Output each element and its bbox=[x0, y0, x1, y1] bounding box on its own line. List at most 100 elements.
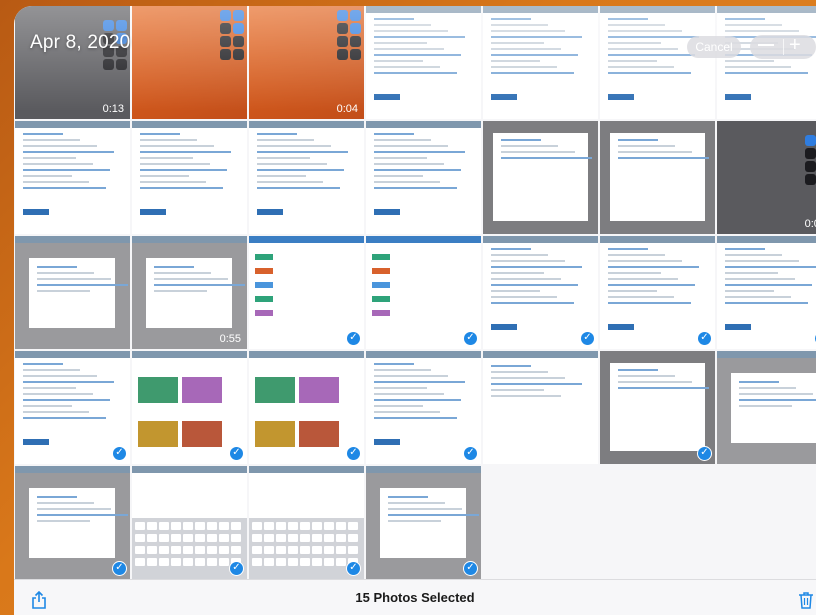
photo-thumbnail[interactable] bbox=[132, 6, 247, 119]
title-bar bbox=[717, 6, 816, 13]
photo-thumbnail[interactable]: ✓ bbox=[132, 351, 247, 464]
tile bbox=[182, 377, 222, 403]
photo-thumbnail[interactable] bbox=[366, 121, 481, 234]
key bbox=[183, 534, 193, 542]
text-line bbox=[608, 296, 674, 298]
key bbox=[171, 546, 181, 554]
key bbox=[207, 522, 217, 530]
text-line bbox=[140, 133, 180, 135]
text-line bbox=[491, 383, 582, 385]
text-line bbox=[725, 296, 791, 298]
photo-thumbnail[interactable]: ✓ bbox=[15, 351, 130, 464]
photo-thumbnail[interactable] bbox=[717, 6, 816, 119]
text-line bbox=[491, 272, 544, 274]
title-bar bbox=[249, 236, 364, 243]
photo-thumbnail[interactable]: ✓ bbox=[249, 236, 364, 349]
control-center-tile bbox=[116, 20, 127, 31]
text-line bbox=[374, 411, 440, 413]
zoom-out-icon[interactable] bbox=[758, 44, 774, 46]
zoom-in-icon[interactable]: + bbox=[789, 34, 801, 57]
photo-thumbnail[interactable] bbox=[483, 6, 598, 119]
photo-thumbnail[interactable]: ✓ bbox=[600, 351, 715, 464]
text-line bbox=[608, 18, 648, 20]
text-line bbox=[257, 169, 344, 171]
photo-thumbnail[interactable]: ✓ bbox=[483, 236, 598, 349]
photo-thumbnail[interactable] bbox=[15, 121, 130, 234]
screenshot-preview bbox=[15, 351, 130, 464]
text-line bbox=[608, 248, 648, 250]
text-line bbox=[725, 266, 816, 268]
text-line bbox=[257, 145, 331, 147]
key bbox=[348, 534, 358, 542]
photo-thumbnail[interactable] bbox=[15, 236, 130, 349]
text-line bbox=[23, 393, 93, 395]
color-chip bbox=[372, 254, 390, 260]
trash-icon[interactable] bbox=[798, 591, 814, 609]
zoom-divider bbox=[783, 39, 784, 55]
text-line bbox=[491, 54, 578, 56]
cancel-button[interactable]: Cancel bbox=[687, 36, 741, 58]
text-line bbox=[374, 42, 427, 44]
text-line bbox=[725, 24, 782, 26]
text-line bbox=[608, 66, 674, 68]
text-line bbox=[739, 405, 792, 407]
video-duration: 0:13 bbox=[102, 103, 124, 115]
selection-count: 15 Photos Selected bbox=[355, 590, 475, 605]
text-line bbox=[491, 254, 548, 256]
action-button bbox=[23, 439, 49, 445]
photo-thumbnail[interactable]: ✓ bbox=[15, 466, 130, 579]
photo-thumbnail[interactable]: ✓ bbox=[600, 236, 715, 349]
photo-thumbnail[interactable] bbox=[249, 121, 364, 234]
text-line bbox=[608, 254, 665, 256]
text-line bbox=[739, 381, 779, 383]
photo-thumbnail[interactable]: ✓ bbox=[249, 351, 364, 464]
control-center-tile bbox=[233, 10, 244, 21]
photo-thumbnail[interactable]: ✓ bbox=[249, 466, 364, 579]
text-line bbox=[140, 157, 193, 159]
text-line bbox=[725, 284, 812, 286]
photo-thumbnail[interactable] bbox=[483, 351, 598, 464]
key bbox=[276, 534, 286, 542]
text-line bbox=[491, 266, 582, 268]
text-line bbox=[608, 24, 665, 26]
photo-thumbnail[interactable] bbox=[483, 121, 598, 234]
photo-thumbnail[interactable]: 0:05 bbox=[717, 121, 816, 234]
text-line bbox=[37, 496, 77, 498]
text-line bbox=[37, 520, 90, 522]
key bbox=[171, 534, 181, 542]
text-line bbox=[491, 42, 544, 44]
dialog-panel bbox=[29, 258, 128, 328]
photo-thumbnail[interactable]: ✓ bbox=[366, 236, 481, 349]
photo-thumbnail[interactable]: ✓ bbox=[366, 466, 481, 579]
text-line bbox=[725, 254, 782, 256]
title-bar bbox=[132, 121, 247, 128]
key bbox=[300, 522, 310, 530]
photo-thumbnail[interactable] bbox=[366, 6, 481, 119]
text-line bbox=[608, 72, 691, 74]
text-line bbox=[491, 48, 561, 50]
text-line bbox=[140, 139, 197, 141]
text-line bbox=[501, 151, 575, 153]
photo-thumbnail[interactable]: ✓ bbox=[717, 236, 816, 349]
photo-thumbnail[interactable]: ✓ bbox=[366, 351, 481, 464]
photo-thumbnail[interactable]: 0:04 bbox=[249, 6, 364, 119]
text-line bbox=[374, 18, 414, 20]
title-bar bbox=[249, 466, 364, 473]
date-heading: Apr 8, 2020 bbox=[30, 32, 131, 53]
photo-thumbnail[interactable] bbox=[132, 121, 247, 234]
photo-thumbnail[interactable]: ✓ bbox=[132, 466, 247, 579]
photo-thumbnail[interactable]: 0:55 bbox=[132, 236, 247, 349]
text-line bbox=[374, 133, 414, 135]
photo-thumbnail[interactable] bbox=[717, 351, 816, 464]
screenshot-preview bbox=[15, 466, 130, 579]
screenshot-preview bbox=[132, 121, 247, 234]
text-line bbox=[374, 399, 461, 401]
key bbox=[219, 546, 229, 554]
text-line bbox=[374, 54, 461, 56]
text-line bbox=[491, 395, 561, 397]
tile bbox=[182, 421, 222, 447]
text-line bbox=[37, 278, 111, 280]
photo-thumbnail[interactable] bbox=[600, 6, 715, 119]
photo-thumbnail[interactable] bbox=[600, 121, 715, 234]
photo-thumbnail[interactable]: 0:13 bbox=[15, 6, 130, 119]
